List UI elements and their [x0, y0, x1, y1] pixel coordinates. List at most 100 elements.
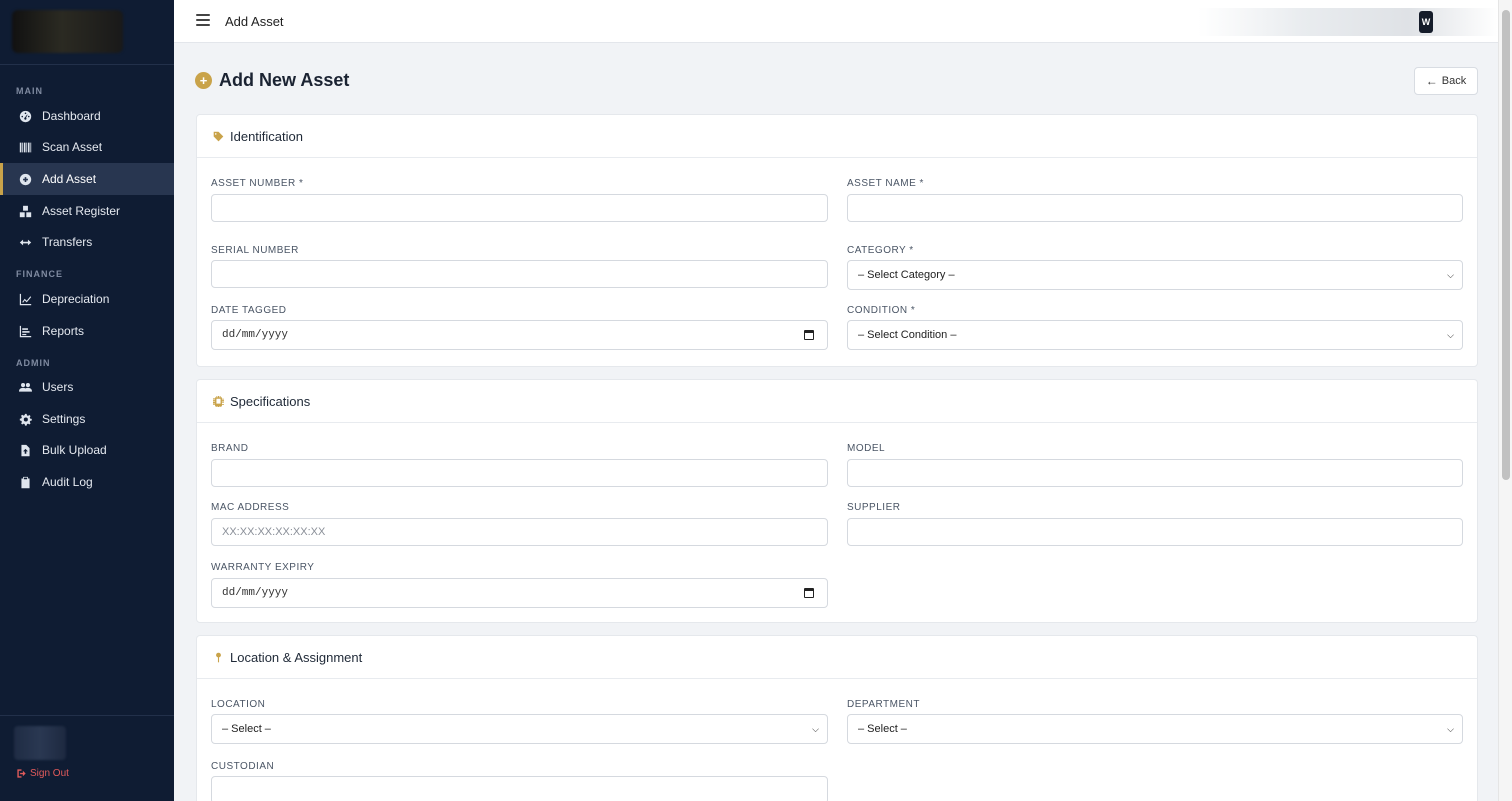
logo: [12, 10, 123, 53]
sidebar-item-scan-asset[interactable]: Scan Asset: [0, 131, 174, 163]
bar-chart-icon: [18, 324, 32, 338]
date-tagged-input[interactable]: dd/mm/yyyy: [211, 320, 828, 350]
specifications-header: Specifications: [197, 380, 1477, 423]
sidebar-item-label: Dashboard: [42, 109, 101, 123]
condition-select[interactable]: – Select Condition – ⌵: [847, 320, 1463, 350]
sidebar-item-add-asset[interactable]: Add Asset: [0, 163, 174, 195]
sidebar-item-label: Bulk Upload: [42, 443, 107, 457]
date-tagged-value: dd/mm/yyyy: [222, 329, 289, 341]
page-title-text: Add New Asset: [219, 70, 350, 90]
sign-out-icon: [17, 769, 26, 778]
department-select[interactable]: – Select – ⌵: [847, 714, 1463, 744]
hamburger-menu-icon[interactable]: [196, 14, 210, 26]
warranty-expiry-input[interactable]: dd/mm/yyyy: [211, 578, 828, 608]
location-label: LOCATION: [211, 699, 266, 710]
back-button-label: Back: [1441, 75, 1467, 87]
date-tagged-label: DATE TAGGED: [211, 305, 287, 316]
warranty-expiry-label: WARRANTY EXPIRY: [211, 562, 315, 573]
sidebar-divider: [0, 64, 174, 65]
arrow-left-icon: ←: [1425, 74, 1438, 88]
serial-number-input[interactable]: [211, 260, 828, 288]
sidebar-item-bulk-upload[interactable]: Bulk Upload: [0, 434, 174, 466]
barcode-icon: [18, 140, 32, 154]
sidebar-item-label: Users: [42, 380, 74, 394]
page-scrollbar[interactable]: [1498, 0, 1512, 801]
arrows-horizontal-icon: [18, 235, 32, 249]
sidebar-item-label: Scan Asset: [42, 140, 103, 154]
sidebar-item-label: Asset Register: [42, 204, 121, 218]
model-label: MODEL: [847, 443, 886, 454]
section-label-main: MAIN: [16, 86, 43, 96]
department-label: DEPARTMENT: [847, 699, 920, 710]
scrollbar-thumb[interactable]: [1502, 10, 1510, 480]
sidebar-item-transfers[interactable]: Transfers: [0, 226, 174, 258]
chevron-down-icon: ⌵: [1447, 269, 1454, 280]
condition-label: CONDITION *: [847, 305, 916, 316]
department-selected-value: – Select –: [858, 723, 907, 735]
avatar[interactable]: W: [1419, 11, 1433, 33]
category-label: CATEGORY *: [847, 245, 914, 256]
topbar: Add Asset W: [174, 0, 1498, 43]
mac-address-input[interactable]: XX:XX:XX:XX:XX:XX: [211, 518, 828, 546]
sidebar-item-audit-log[interactable]: Audit Log: [0, 466, 174, 498]
brand-input[interactable]: [211, 459, 828, 487]
chevron-down-icon: ⌵: [1447, 723, 1454, 734]
location-select[interactable]: – Select – ⌵: [211, 714, 828, 744]
boxes-icon: [18, 204, 32, 218]
warranty-expiry-value: dd/mm/yyyy: [222, 587, 289, 599]
sign-out-link[interactable]: Sign Out: [16, 768, 69, 779]
sidebar-item-settings[interactable]: Settings: [0, 403, 174, 435]
users-icon: [18, 380, 32, 394]
pin-icon: [212, 651, 225, 664]
sidebar-item-label: Settings: [42, 412, 86, 426]
user-profile[interactable]: [14, 726, 66, 760]
location-selected-value: – Select –: [222, 723, 271, 735]
location-assignment-header: Location & Assignment: [197, 636, 1477, 679]
plus-circle-icon: +: [195, 72, 212, 89]
custodian-label: CUSTODIAN: [211, 761, 275, 772]
sidebar-item-label: Depreciation: [42, 292, 110, 306]
sign-out-label: Sign Out: [30, 768, 69, 779]
identification-title: Identification: [230, 128, 303, 144]
chevron-down-icon: ⌵: [812, 723, 819, 734]
section-label-finance: FINANCE: [16, 269, 63, 279]
sidebar-item-users[interactable]: Users: [0, 371, 174, 403]
sidebar-item-label: Reports: [42, 324, 85, 338]
custodian-input[interactable]: [211, 776, 828, 801]
asset-name-label: ASSET NAME *: [847, 178, 924, 189]
calendar-icon[interactable]: [804, 330, 814, 340]
sidebar-item-asset-register[interactable]: Asset Register: [0, 195, 174, 227]
mac-address-placeholder: XX:XX:XX:XX:XX:XX: [222, 526, 326, 538]
supplier-input[interactable]: [847, 518, 1463, 546]
identification-header: Identification: [197, 115, 1477, 158]
clipboard-icon: [18, 475, 32, 489]
file-upload-icon: [18, 443, 32, 457]
identification-card: Identification ASSET NUMBER * ASSET NAME…: [196, 114, 1478, 367]
sidebar-item-reports[interactable]: Reports: [0, 315, 174, 347]
chip-icon: [212, 395, 225, 408]
line-chart-icon: [18, 292, 32, 306]
asset-name-input[interactable]: [847, 194, 1463, 222]
page-title: + Add New Asset: [195, 70, 349, 91]
condition-selected-value: – Select Condition –: [858, 329, 957, 341]
specifications-card: Specifications BRAND MODEL MAC ADDRESS X…: [196, 379, 1478, 623]
plus-circle-icon: [18, 172, 32, 186]
user-menu[interactable]: [1198, 8, 1498, 36]
location-assignment-title: Location & Assignment: [230, 649, 363, 665]
sidebar-item-dashboard[interactable]: Dashboard: [0, 100, 174, 132]
model-input[interactable]: [847, 459, 1463, 487]
gauge-icon: [18, 109, 32, 123]
brand-label: BRAND: [211, 443, 249, 454]
mac-address-label: MAC ADDRESS: [211, 502, 290, 513]
back-button[interactable]: ← Back: [1414, 67, 1478, 95]
sidebar-item-depreciation[interactable]: Depreciation: [0, 283, 174, 315]
sidebar-item-label: Transfers: [42, 235, 93, 249]
asset-number-input[interactable]: [211, 194, 828, 222]
category-selected-value: – Select Category –: [858, 269, 955, 281]
sidebar-divider: [0, 715, 174, 716]
calendar-icon[interactable]: [804, 588, 814, 598]
chevron-down-icon: ⌵: [1447, 329, 1454, 340]
category-select[interactable]: – Select Category – ⌵: [847, 260, 1463, 290]
specifications-title: Specifications: [230, 393, 311, 409]
sidebar-item-label: Audit Log: [42, 475, 93, 489]
